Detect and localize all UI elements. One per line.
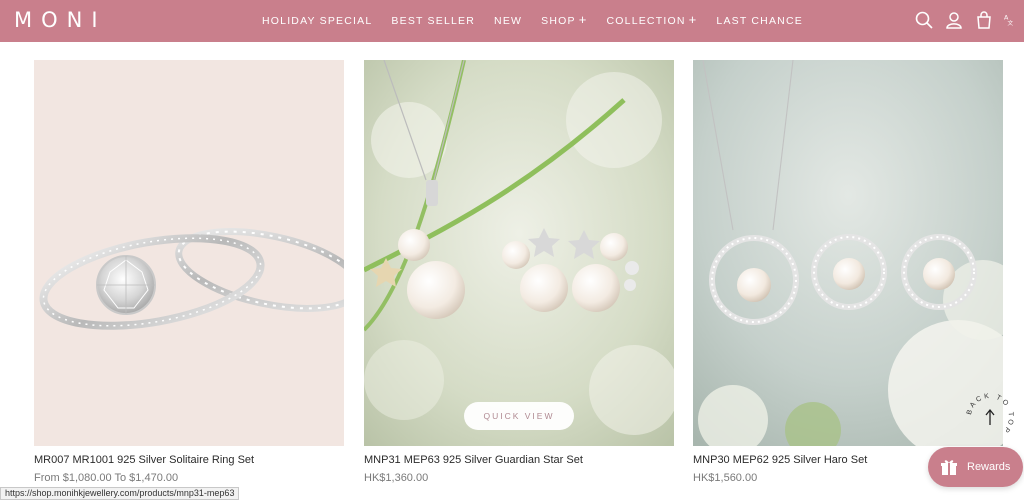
- product-image[interactable]: QUICK VIEW: [364, 60, 674, 446]
- plus-icon: +: [688, 12, 698, 27]
- product-image[interactable]: [693, 60, 1003, 446]
- nav-holiday-special[interactable]: HOLIDAY SPECIAL: [262, 15, 372, 27]
- product-price: From $1,080.00 To $1,470.00: [34, 472, 179, 484]
- nav-label: BEST SELLER: [391, 15, 476, 27]
- search-icon[interactable]: [914, 10, 934, 30]
- nav-label: NEW: [494, 15, 523, 27]
- site-header: MONI HOLIDAY SPECIAL BEST SELLER NEW SHO…: [0, 0, 1024, 42]
- product-title[interactable]: MNP31 MEP63 925 Silver Guardian Star Set: [364, 454, 583, 466]
- nav-collection[interactable]: COLLECTION +: [606, 12, 698, 27]
- back-to-top-button[interactable]: BACK TO TOP: [965, 392, 1015, 442]
- nav-label: COLLECTION: [606, 15, 686, 27]
- nav-last-chance[interactable]: LAST CHANCE: [716, 15, 803, 27]
- svg-text:文: 文: [1008, 19, 1014, 27]
- quick-view-button[interactable]: QUICK VIEW: [464, 402, 574, 430]
- guardian-star-set-image: [364, 60, 674, 446]
- product-card[interactable]: MNP30 MEP62 925 Silver Haro Set HK$1,560…: [693, 60, 1003, 484]
- product-title[interactable]: MNP30 MEP62 925 Silver Haro Set: [693, 454, 867, 466]
- product-card[interactable]: MR007 MR1001 925 Silver Solitaire Ring S…: [34, 60, 344, 484]
- header-actions: A文: [914, 10, 1018, 30]
- haro-set-image: [693, 60, 1003, 446]
- rewards-label: Rewards: [967, 461, 1011, 473]
- nav-label: LAST CHANCE: [716, 15, 803, 27]
- product-price: HK$1,360.00: [364, 472, 429, 484]
- gift-icon: [941, 460, 957, 475]
- ring-set-image: [39, 228, 344, 330]
- main-nav: HOLIDAY SPECIAL BEST SELLER NEW SHOP + CO…: [262, 0, 822, 42]
- nav-label: SHOP: [541, 15, 576, 27]
- back-to-top-graphic: BACK TO TOP: [966, 393, 1012, 435]
- nav-new[interactable]: NEW: [494, 15, 522, 27]
- account-icon[interactable]: [944, 10, 964, 30]
- cart-icon[interactable]: [974, 10, 994, 30]
- rewards-button[interactable]: Rewards: [928, 447, 1023, 487]
- nav-best-seller[interactable]: BEST SELLER: [391, 15, 475, 27]
- product-title[interactable]: MR007 MR1001 925 Silver Solitaire Ring S…: [34, 454, 254, 466]
- product-image[interactable]: [34, 60, 344, 446]
- product-card[interactable]: QUICK VIEW MNP31 MEP63 925 Silver Guardi…: [364, 60, 674, 484]
- language-icon[interactable]: A文: [1004, 10, 1018, 30]
- site-logo[interactable]: MONI: [14, 8, 107, 32]
- nav-label: HOLIDAY SPECIAL: [262, 15, 373, 27]
- nav-shop[interactable]: SHOP +: [541, 12, 588, 27]
- status-bar-url: https://shop.monihkjewellery.com/product…: [0, 487, 240, 500]
- product-price: HK$1,560.00: [693, 472, 758, 484]
- plus-icon: +: [578, 12, 588, 27]
